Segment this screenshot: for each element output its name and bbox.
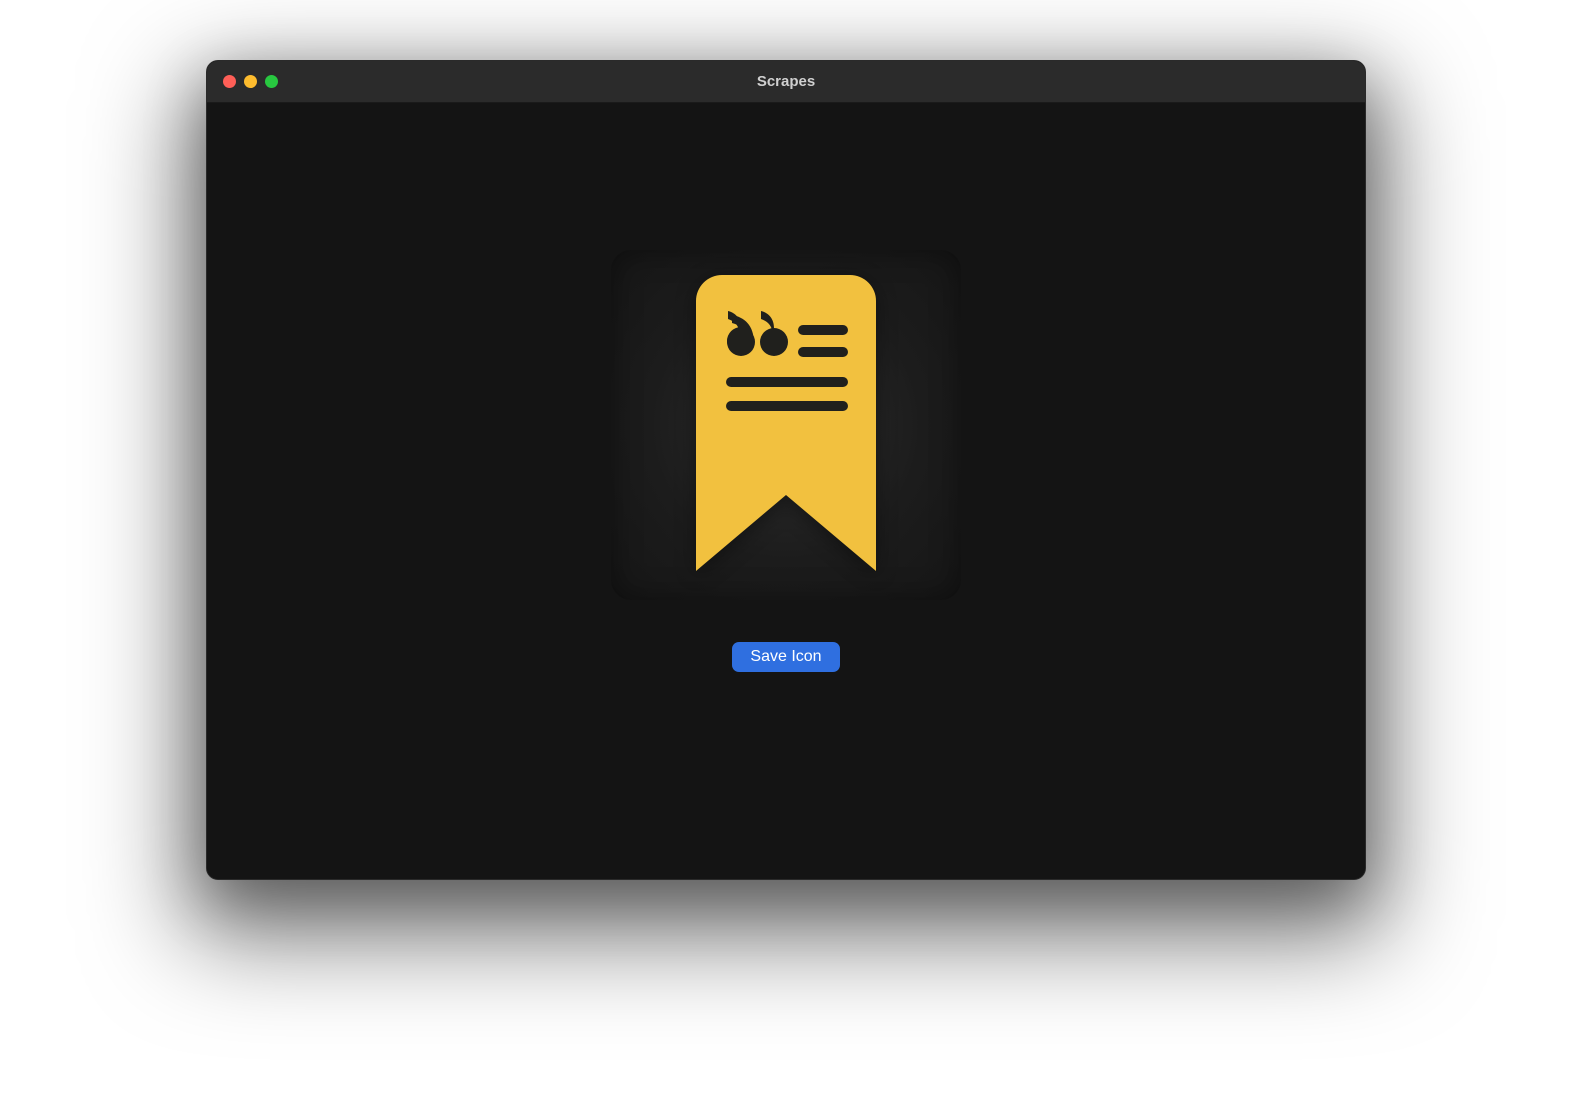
close-window-button[interactable]	[223, 75, 236, 88]
app-window: Scrapes	[206, 60, 1366, 880]
icon-preview-tile	[611, 250, 961, 600]
traffic-lights	[207, 75, 278, 88]
window-content: Save Icon	[207, 103, 1365, 879]
window-title: Scrapes	[207, 73, 1365, 90]
save-icon-button[interactable]: Save Icon	[732, 642, 839, 672]
minimize-window-button[interactable]	[244, 75, 257, 88]
bookmark-quote-icon	[696, 275, 876, 575]
maximize-window-button[interactable]	[265, 75, 278, 88]
titlebar: Scrapes	[207, 61, 1365, 103]
